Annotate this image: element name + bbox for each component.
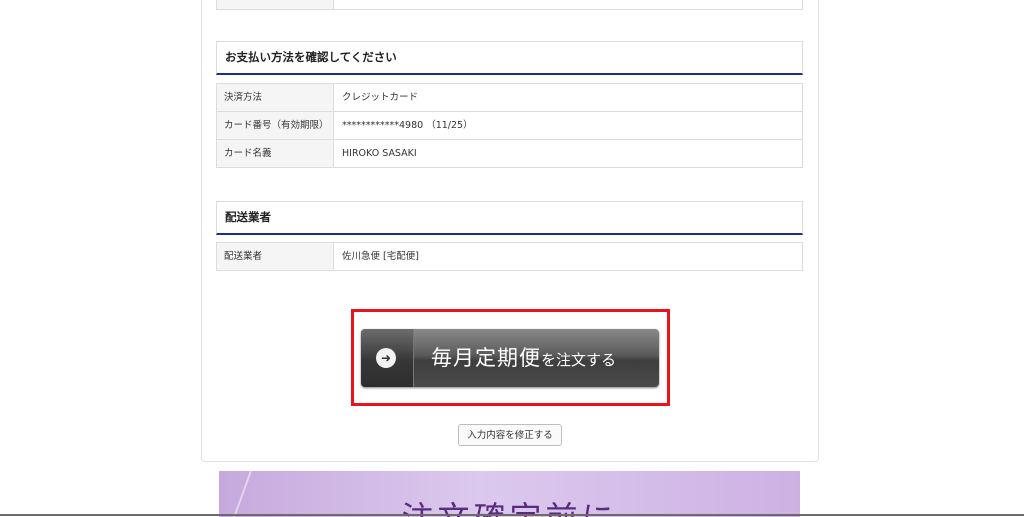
order-button-label-sub: を注文する: [541, 351, 617, 369]
edit-input-button[interactable]: 入力内容を修正する: [458, 424, 562, 446]
order-button-label: 毎月定期便を注文する: [431, 329, 616, 387]
table-row: 決済方法 クレジットカード: [217, 83, 802, 111]
carrier-value: 佐川急便 [宅配便]: [342, 251, 419, 262]
card-number-label: カード番号（有効期限）: [217, 112, 334, 139]
card-number-value: ************4980 （11/25）: [342, 120, 473, 131]
payment-method-label: 決済方法: [217, 84, 334, 111]
table-row: カード名義 HIROKO SASAKI: [217, 139, 802, 167]
delivery-section-heading: 配送業者: [216, 201, 803, 235]
delivery-table: 配送業者 佐川急便 [宅配便]: [216, 242, 803, 271]
table-row: 配送業者 佐川急便 [宅配便]: [217, 242, 802, 270]
card-holder-label: カード名義: [217, 140, 334, 167]
carrier-label: 配送業者: [217, 243, 334, 270]
table-row: カード番号（有効期限） ************4980 （11/25）: [217, 111, 802, 139]
order-button-icon-cell: ➜: [361, 329, 414, 387]
arrow-right-circle-icon: ➜: [376, 348, 396, 368]
payment-table: 決済方法 クレジットカード カード番号（有効期限） ************49…: [216, 83, 803, 168]
payment-section-heading: お支払い方法を確認してください: [216, 41, 803, 75]
order-button-label-main: 毎月定期便: [431, 346, 541, 370]
previous-table-bottom: [216, 0, 803, 10]
order-subscription-button[interactable]: ➜ 毎月定期便を注文する: [361, 329, 659, 387]
payment-method-value: クレジットカード: [342, 92, 419, 103]
promo-banner[interactable]: 注文確定前に: [219, 471, 800, 517]
card-holder-value: HIROKO SASAKI: [342, 148, 417, 159]
viewport-bottom-edge: [0, 514, 1024, 516]
